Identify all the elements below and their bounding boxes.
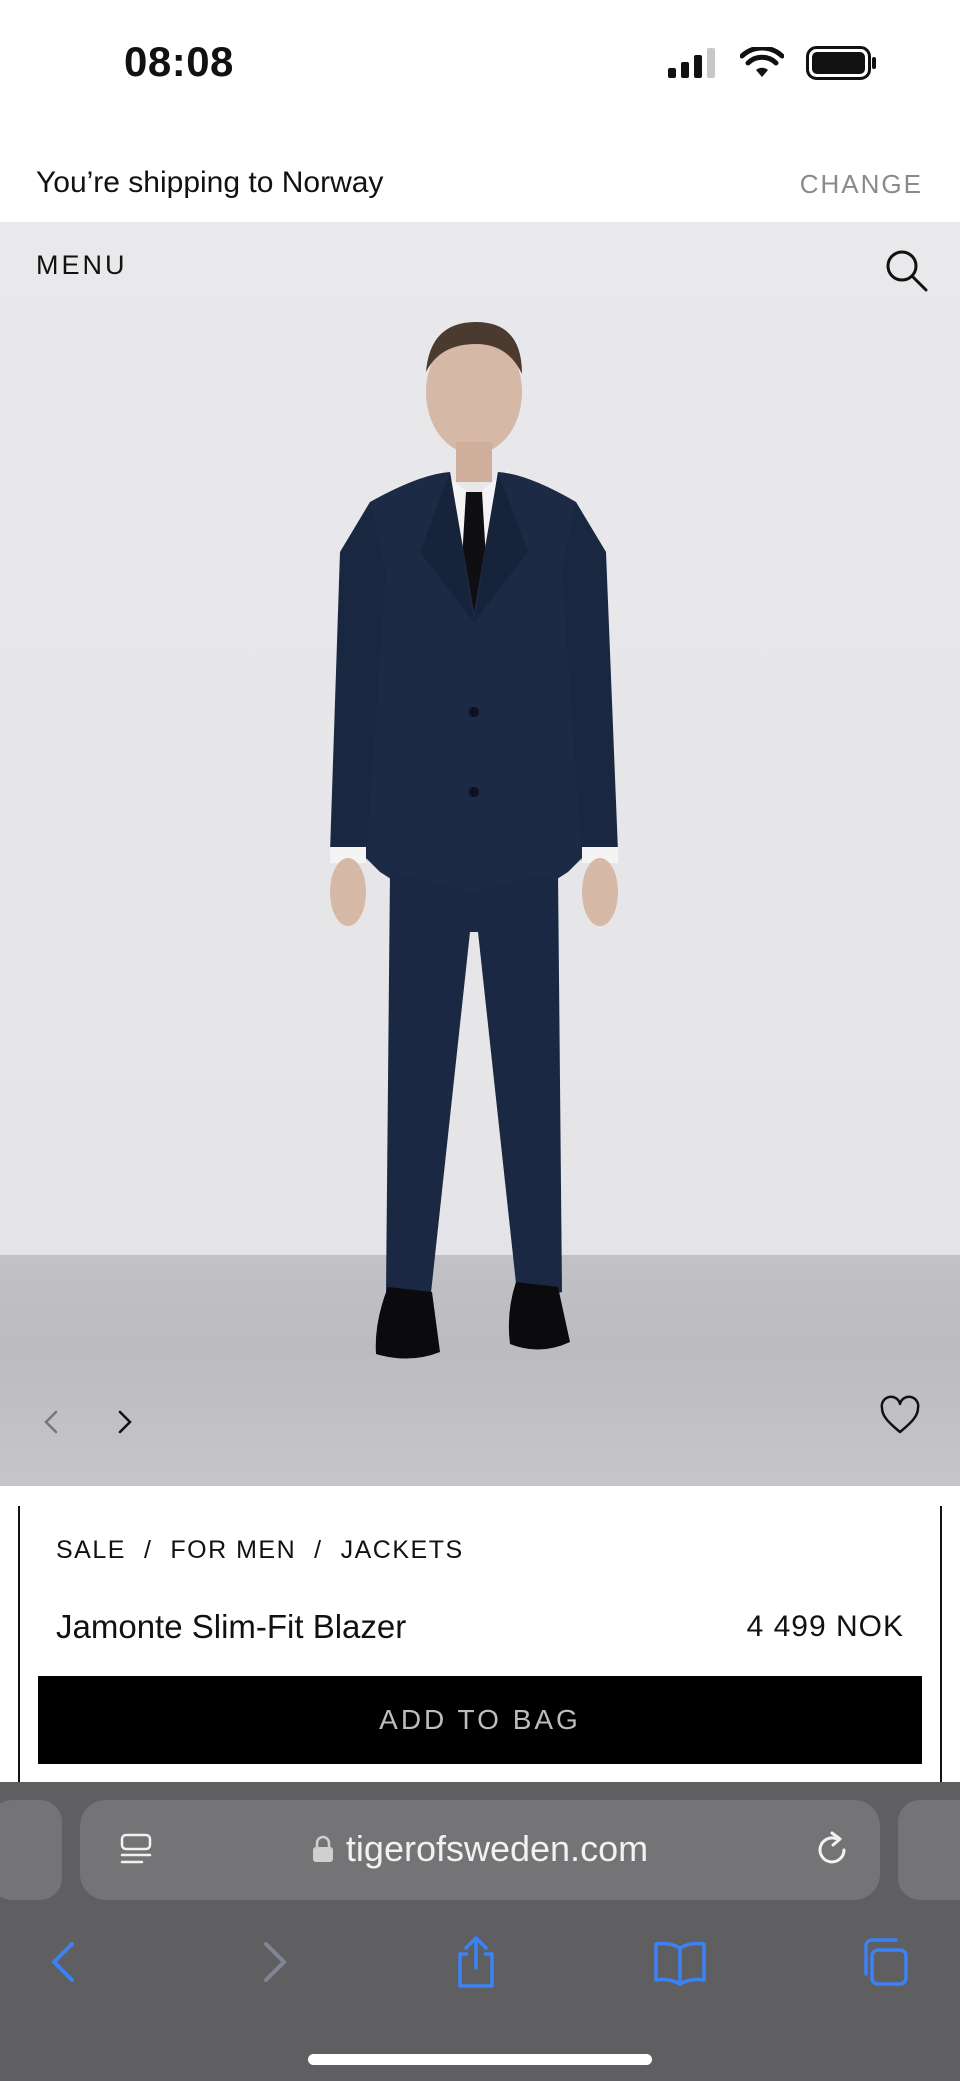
url-display: tigerofsweden.com [80, 1828, 880, 1870]
product-price: 4 499 NOK [746, 1610, 904, 1643]
shipping-banner: You’re shipping to Norway CHANGE [0, 150, 960, 222]
add-to-bag-button[interactable]: ADD TO BAG [38, 1676, 922, 1764]
home-indicator[interactable] [308, 2054, 652, 2065]
tabs-button[interactable] [854, 1932, 914, 1992]
tabs-icon [864, 1938, 908, 1986]
share-button[interactable] [446, 1932, 506, 1992]
address-bar[interactable]: tigerofsweden.com [80, 1800, 880, 1900]
search-icon[interactable] [880, 244, 932, 296]
menu-button[interactable]: MENU [36, 250, 128, 281]
bookmarks-button[interactable] [650, 1932, 710, 1992]
product-hero-image[interactable]: MENU [0, 222, 960, 1486]
next-tab-preview[interactable] [898, 1800, 960, 1900]
signal-icon [668, 48, 715, 78]
breadcrumb-sale[interactable]: SALE [56, 1536, 126, 1565]
breadcrumb-separator: / [314, 1536, 323, 1564]
chevron-left-icon[interactable] [36, 1406, 68, 1438]
url-text: tigerofsweden.com [345, 1828, 649, 1869]
forward-icon [264, 1942, 286, 1982]
lock-icon [312, 1835, 333, 1862]
model-photo [330, 322, 618, 1359]
previous-tab-preview[interactable] [0, 1800, 62, 1900]
browser-toolbar [0, 1932, 960, 2012]
change-country-link[interactable]: CHANGE [800, 169, 923, 200]
breadcrumb-jackets[interactable]: JACKETS [341, 1536, 464, 1565]
status-icons [668, 46, 878, 80]
back-button[interactable] [34, 1932, 94, 1992]
battery-icon [806, 46, 876, 80]
breadcrumb-for-men[interactable]: FOR MEN [170, 1536, 296, 1565]
back-icon [52, 1942, 74, 1982]
forward-button[interactable] [244, 1932, 304, 1992]
reload-icon[interactable] [812, 1830, 852, 1870]
browser-chrome: tigerofsweden.com [0, 1782, 960, 2081]
product-info-panel: SALE / FOR MEN / JACKETS Jamonte Slim-Fi… [18, 1506, 942, 1782]
shipping-country-text: You’re shipping to Norway [36, 166, 384, 199]
status-bar: 08:08 [0, 0, 960, 130]
breadcrumb-separator: / [143, 1536, 153, 1564]
bookmarks-icon [654, 1941, 706, 1986]
share-icon [458, 1936, 494, 1988]
chevron-right-icon[interactable] [108, 1406, 140, 1438]
heart-icon[interactable] [878, 1394, 922, 1438]
status-time: 08:08 [124, 38, 234, 85]
wifi-icon [740, 47, 784, 77]
breadcrumb: SALE / FOR MEN / JACKETS [56, 1536, 464, 1565]
product-name: Jamonte Slim-Fit Blazer [56, 1608, 407, 1645]
